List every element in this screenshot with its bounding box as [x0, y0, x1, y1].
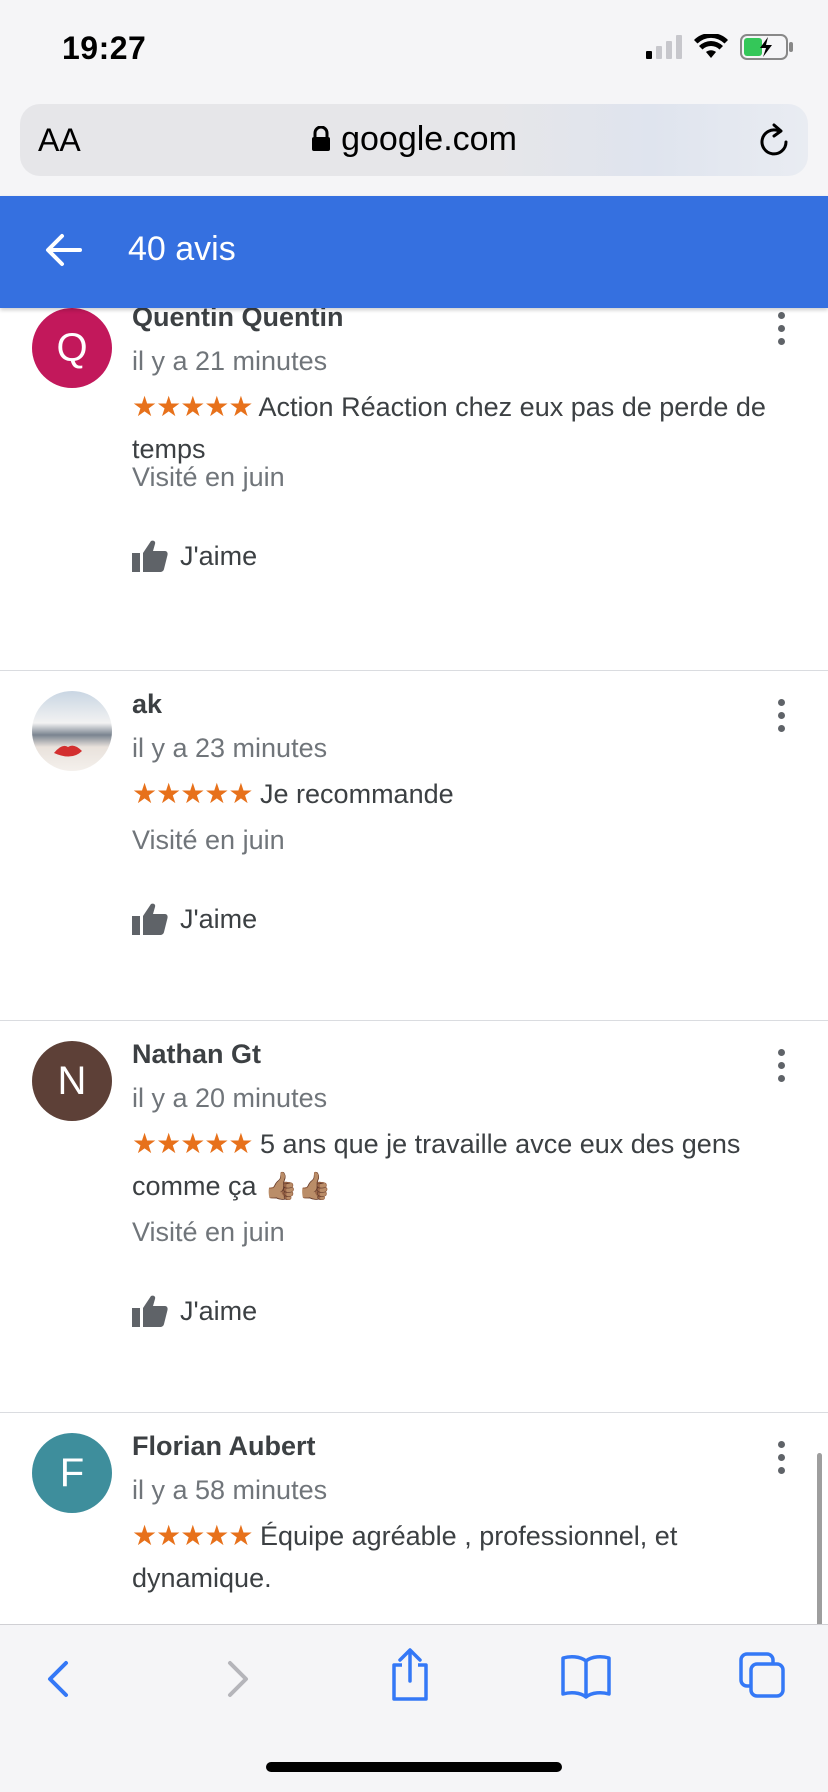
forward-icon[interactable]: [220, 1655, 254, 1703]
thumbs-up-icon: [132, 903, 168, 935]
like-button[interactable]: J'aime: [132, 903, 257, 935]
like-button[interactable]: J'aime: [132, 540, 257, 572]
address-bar[interactable]: AA google.com: [20, 104, 808, 176]
review-time: il y a 58 minutes: [132, 1475, 328, 1505]
home-indicator[interactable]: [266, 1762, 562, 1772]
battery-icon: [740, 34, 793, 60]
reviews-list: Q Quentin Quentin il y a 21 minutes ★★★★…: [0, 308, 828, 1624]
visited-label: Visité en juin: [132, 825, 285, 855]
like-label: J'aime: [180, 1295, 258, 1326]
review-time: il y a 23 minutes: [132, 733, 328, 763]
share-icon[interactable]: [388, 1647, 432, 1703]
back-arrow-icon[interactable]: [44, 230, 84, 270]
review-item: Q Quentin Quentin il y a 21 minutes ★★★★…: [0, 308, 828, 671]
like-label: J'aime: [180, 903, 258, 934]
review-item: N Nathan Gt il y a 20 minutes ★★★★★ 5 an…: [0, 1021, 828, 1413]
tabs-icon[interactable]: [738, 1651, 786, 1699]
scroll-indicator[interactable]: [817, 1453, 822, 1624]
review-item: ak il y a 23 minutes ★★★★★ Je recommande…: [0, 671, 828, 1021]
avatar[interactable]: Q: [32, 308, 112, 388]
lock-icon: [312, 126, 331, 151]
review-text: ★★★★★ Action Réaction chez eux pas de pe…: [132, 386, 782, 470]
star-rating: ★★★★★: [132, 391, 254, 422]
review-text: ★★★★★ Équipe agréable , professionnel, e…: [132, 1515, 782, 1599]
reload-icon[interactable]: [758, 122, 792, 158]
url-display[interactable]: google.com: [20, 120, 808, 159]
avatar-initial: Q: [56, 326, 88, 370]
status-time: 19:27: [62, 30, 147, 66]
star-rating: ★★★★★: [132, 1128, 254, 1159]
page-title: 40 avis: [128, 230, 236, 268]
url-text: google.com: [341, 120, 517, 158]
status-bar: 19:27: [0, 0, 828, 96]
star-rating: ★★★★★: [132, 778, 254, 809]
more-options-icon[interactable]: [778, 1441, 788, 1480]
browser-address-area: AA google.com: [0, 96, 828, 196]
avatar-initial: N: [57, 1059, 87, 1103]
avatar[interactable]: N: [32, 1041, 112, 1121]
avatar-initial: F: [59, 1451, 85, 1495]
review-author[interactable]: Florian Aubert: [132, 1431, 316, 1462]
star-rating: ★★★★★: [132, 1520, 254, 1551]
more-options-icon[interactable]: [778, 312, 788, 351]
review-text: ★★★★★ Je recommande: [132, 773, 782, 815]
visited-label: Visité en juin: [132, 462, 285, 492]
signal-icon: [646, 35, 682, 59]
thumbs-up-icon: [132, 1295, 168, 1327]
review-author[interactable]: Nathan Gt: [132, 1039, 261, 1070]
reviews-header: 40 avis: [0, 196, 828, 308]
review-time: il y a 20 minutes: [132, 1083, 328, 1113]
more-options-icon[interactable]: [778, 699, 788, 738]
visited-label: Visité en juin: [132, 1217, 285, 1247]
review-body: Je recommande: [260, 779, 454, 809]
thumbs-up-icon: [132, 540, 168, 572]
avatar[interactable]: [32, 691, 112, 771]
like-label: J'aime: [180, 540, 258, 571]
review-author[interactable]: ak: [132, 689, 162, 720]
more-options-icon[interactable]: [778, 1049, 788, 1088]
avatar[interactable]: F: [32, 1433, 112, 1513]
review-text: ★★★★★ 5 ans que je travaille avce eux de…: [132, 1123, 782, 1207]
wifi-icon: [694, 34, 728, 58]
status-icons: [646, 34, 794, 60]
review-author[interactable]: Quentin Quentin: [132, 308, 343, 333]
bookmarks-icon[interactable]: [560, 1653, 612, 1699]
lips-icon: [54, 745, 82, 757]
review-item: F Florian Aubert il y a 58 minutes ★★★★★…: [0, 1413, 828, 1624]
like-button[interactable]: J'aime: [132, 1295, 257, 1327]
back-icon[interactable]: [42, 1655, 76, 1703]
review-time: il y a 21 minutes: [132, 346, 328, 376]
